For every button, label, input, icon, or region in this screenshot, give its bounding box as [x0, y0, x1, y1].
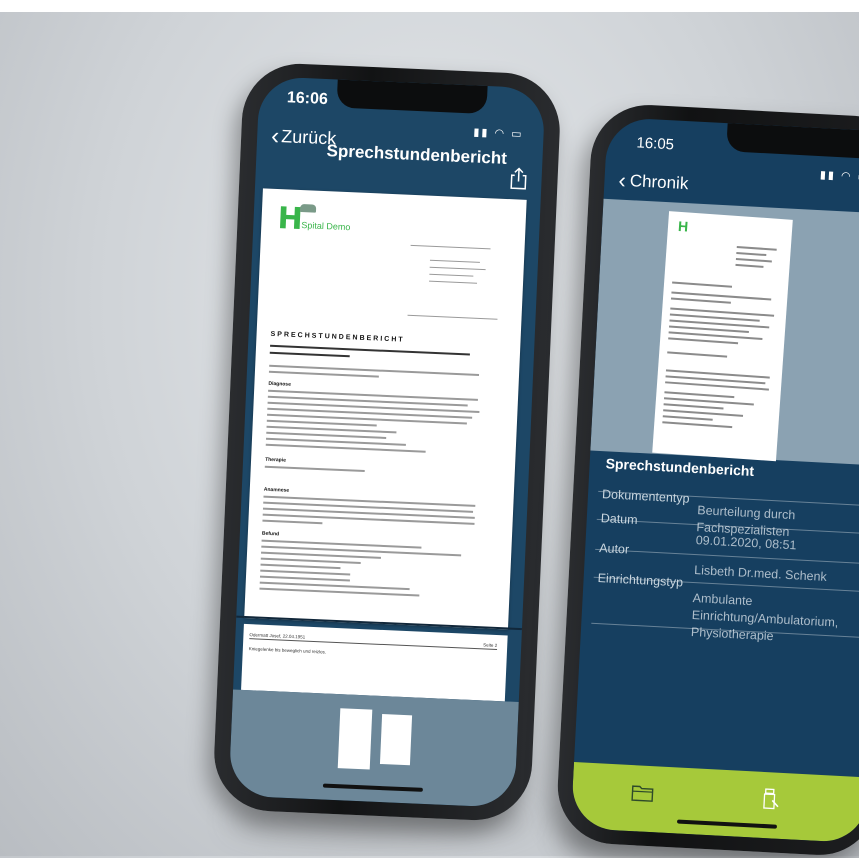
row-divider	[595, 548, 859, 565]
row-label: Dokumententyp	[601, 487, 690, 506]
thumb-line	[735, 263, 764, 268]
left-phone: 16:06 ▮▮ ◠ ▭ ‹Zurück Sprechstundenberich…	[211, 61, 563, 823]
thumb-line	[736, 245, 777, 251]
chevron-left-icon: ‹	[270, 122, 280, 150]
page2-text: Kniegelenke bis beweglich und reizlos.	[248, 646, 327, 655]
thumb-line	[670, 297, 731, 304]
text-line	[263, 495, 476, 507]
hospital-name: Spital Demo	[301, 220, 351, 233]
address-line	[429, 273, 474, 277]
row-label: Datum	[600, 511, 638, 528]
page-thumbnail-1[interactable]	[337, 708, 373, 770]
document-page-2: Odermatt Josef, 22.04.1951 Seite 2 Knieg…	[241, 623, 508, 702]
document-page: H Spital Demo SPRECHSTUNDENBERICHT Diagn…	[244, 188, 527, 630]
page-thumbnails	[228, 689, 519, 808]
address-line	[429, 259, 480, 264]
back-button[interactable]: ‹ Chronik	[618, 168, 689, 198]
thumb-line	[663, 403, 724, 409]
page-thumbnail-2[interactable]	[379, 714, 413, 766]
share-icon[interactable]	[509, 167, 528, 190]
notch	[336, 79, 488, 115]
folder-icon[interactable]	[630, 781, 655, 804]
thumb-line	[662, 415, 713, 421]
text-line	[260, 569, 351, 576]
section-title: Therapie	[264, 456, 287, 464]
address-line	[410, 244, 491, 250]
text-line	[260, 557, 361, 564]
tab-bar	[570, 762, 859, 844]
text-line	[262, 519, 323, 525]
text-line	[268, 370, 379, 378]
text-line	[269, 351, 350, 358]
section-title: Befund	[261, 530, 280, 538]
status-time: 16:06	[286, 89, 329, 109]
date-line	[407, 314, 498, 320]
top-border	[0, 0, 859, 12]
left-phone-screen: 16:06 ▮▮ ◠ ▭ ‹Zurück Sprechstundenberich…	[228, 76, 546, 808]
status-time: 16:05	[636, 134, 675, 154]
text-line	[260, 563, 341, 570]
status-icons: ▮▮ ◠ ▭	[819, 169, 859, 184]
footer-page: Seite 2	[483, 642, 498, 648]
thumb-logo: H	[677, 217, 689, 235]
text-line	[264, 465, 365, 473]
right-phone-screen: 16:05 ▮▮ ◠ ▭ ‹Chronik H	[570, 116, 859, 844]
thumb-line	[735, 257, 772, 262]
thumb-line	[662, 421, 733, 428]
right-phone: 16:05 ▮▮ ◠ ▭ ‹Chronik H	[554, 102, 859, 858]
notch	[726, 123, 859, 160]
page-title: Sprechstundenbericht	[326, 141, 508, 168]
row-value: Ambulante Einrichtung/Ambulatorium, Phys…	[690, 591, 839, 644]
status-icons: ▮▮ ◠ ▭	[473, 126, 524, 141]
section-title: Anamnese	[263, 486, 290, 494]
thumb-line	[667, 351, 728, 358]
text-line	[259, 575, 350, 582]
text-line	[269, 364, 480, 376]
row-label: Einrichtungstyp	[597, 571, 684, 590]
address-line	[429, 280, 478, 284]
medication-icon[interactable]	[758, 788, 783, 811]
section-title: Sprechstundenbericht	[605, 455, 755, 480]
document-thumbnail[interactable]: H	[652, 211, 793, 462]
thumb-line	[668, 337, 739, 344]
thumb-line	[664, 391, 735, 398]
section-title: Diagnose	[268, 380, 292, 388]
chevron-left-icon: ‹	[617, 167, 627, 193]
thumb-line	[736, 251, 767, 256]
text-line	[268, 389, 478, 401]
document-heading: SPRECHSTUNDENBERICHT	[270, 330, 405, 344]
logo-car-icon	[299, 203, 317, 213]
thumb-line	[672, 281, 733, 288]
back-label: Chronik	[629, 171, 689, 194]
address-line	[429, 266, 486, 271]
row-label: Autor	[598, 541, 630, 557]
